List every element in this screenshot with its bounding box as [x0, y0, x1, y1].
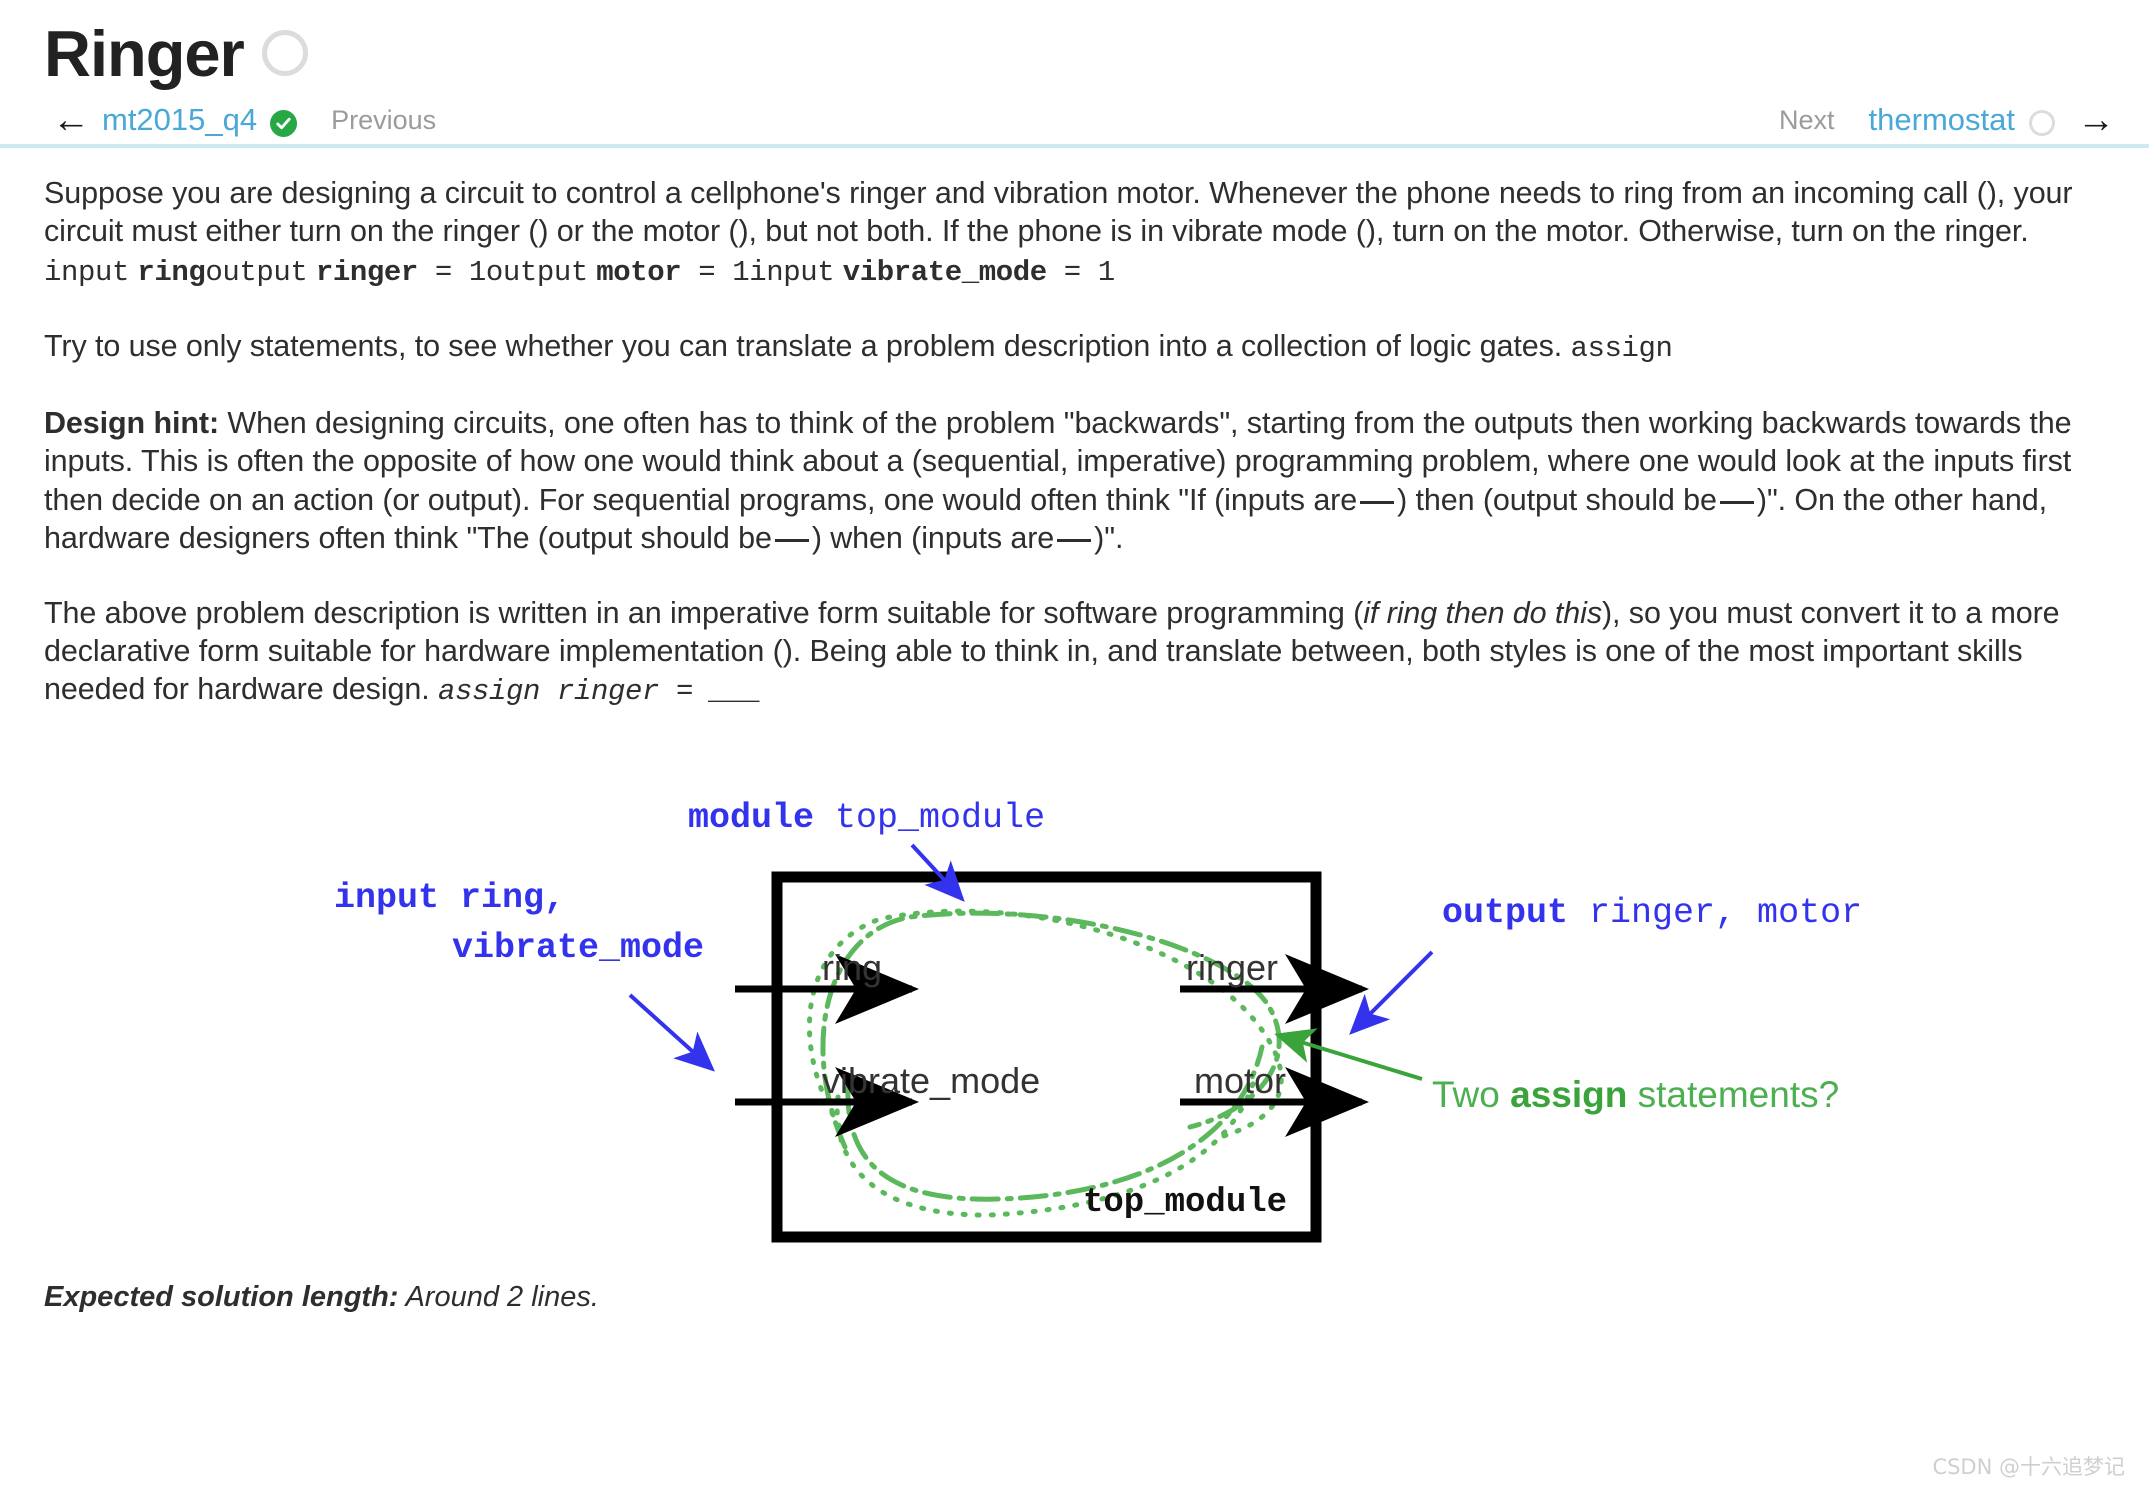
paragraph-problem-statement: Suppose you are designing a circuit to c…: [44, 174, 2105, 291]
port-label-ring: ring: [822, 947, 882, 988]
code-ringer: ringer: [315, 255, 418, 289]
green-check-icon: [270, 109, 298, 137]
arrow-left-icon[interactable]: ←: [52, 101, 90, 139]
code-input-kw: input: [44, 255, 130, 289]
annotation-assign-text: Two assign statements?: [1432, 1074, 1839, 1115]
annotation-arrow-output: [1349, 950, 1434, 1035]
blank-underscore: [774, 539, 809, 543]
paragraph-2-text: Try to use only statements, to see wheth…: [44, 329, 1563, 364]
problem-navigation-bar: ← mt2015_q4 Previous Next thermostat →: [0, 96, 2149, 148]
code-input-kw-2: input: [749, 255, 835, 289]
annotation-arrow-input: [628, 993, 715, 1072]
blank-underscore: [1719, 500, 1754, 504]
port-label-vibrate-mode: vibrate_mode: [822, 1060, 1040, 1101]
annotation-output-text: output ringer, motor: [1442, 893, 1862, 933]
port-label-motor: motor: [1194, 1060, 1286, 1101]
code-assign-kw: assign: [1570, 332, 1673, 366]
design-hint-part-d: ) when (inputs are: [811, 521, 1055, 556]
previous-label: Previous: [331, 104, 437, 135]
port-label-ringer: ringer: [1186, 947, 1278, 988]
next-label: Next: [1779, 104, 1835, 135]
watermark: CSDN @十六追梦记: [1932, 1455, 2125, 1479]
design-hint-part-e: )".: [1094, 521, 1124, 556]
title-row: Ringer: [44, 10, 2149, 96]
paragraph-try-statements: Try to use only statements, to see wheth…: [44, 327, 2105, 368]
expected-solution-length: Expected solution length: Around 2 lines…: [44, 1281, 2105, 1314]
design-hint-label: Design hint:: [44, 405, 220, 440]
code-motor: motor: [596, 255, 682, 289]
annotation-module-text: module top_module: [688, 798, 1045, 838]
page-footer: Expected solution length: Around 2 lines…: [0, 1281, 2149, 1314]
blank-underscore: [1360, 500, 1395, 504]
page-header: Ringer: [0, 0, 2149, 96]
annotation-input-line2: vibrate_mode: [452, 928, 704, 968]
paragraph-4-italic: if ring then do this: [1363, 595, 1602, 630]
code-output-kw-2: output: [485, 255, 588, 289]
code-ring: ring: [137, 255, 206, 289]
next-problem-link[interactable]: thermostat: [1869, 102, 2015, 138]
module-block-diagram: ring vibrate_mode ringer motor top_modul…: [0, 747, 2149, 1277]
paragraph-4-part-a: The above problem description is written…: [44, 595, 1364, 630]
previous-problem-link[interactable]: mt2015_q4: [102, 102, 257, 138]
code-assign-ringer: assign ringer = ___: [437, 675, 762, 709]
next-nav-group[interactable]: Next thermostat →: [1757, 101, 2115, 139]
empty-circle-icon: [261, 30, 308, 76]
module-box-label: top_module: [1083, 1184, 1287, 1222]
previous-nav-group[interactable]: ← mt2015_q4 Previous: [52, 101, 458, 139]
code-ringer-value: = 1: [417, 255, 486, 289]
blank-underscore: [1057, 539, 1092, 543]
annotation-input-line1: input ring,: [334, 878, 565, 918]
code-motor-value: = 1: [681, 255, 750, 289]
design-hint-part-b: ) then (output should be: [1397, 482, 1717, 517]
code-vibrate-mode: vibrate_mode: [842, 255, 1047, 289]
paragraph-declarative-form: The above problem description is written…: [44, 594, 2105, 711]
paragraph-1-text: Suppose you are designing a circuit to c…: [44, 176, 2073, 249]
empty-circle-icon: [2029, 110, 2055, 136]
code-output-kw-1: output: [205, 255, 308, 289]
page-title: Ringer: [44, 16, 245, 90]
expected-solution-value: Around 2 lines.: [398, 1280, 599, 1313]
code-vibrate-mode-value: = 1: [1046, 255, 1115, 289]
paragraph-design-hint: Design hint: When designing circuits, on…: [44, 404, 2105, 558]
module-box: [771, 871, 1322, 1243]
expected-solution-label: Expected solution length:: [44, 1280, 399, 1313]
problem-description: Suppose you are designing a circuit to c…: [0, 174, 2149, 711]
arrow-right-icon[interactable]: →: [2077, 101, 2115, 139]
